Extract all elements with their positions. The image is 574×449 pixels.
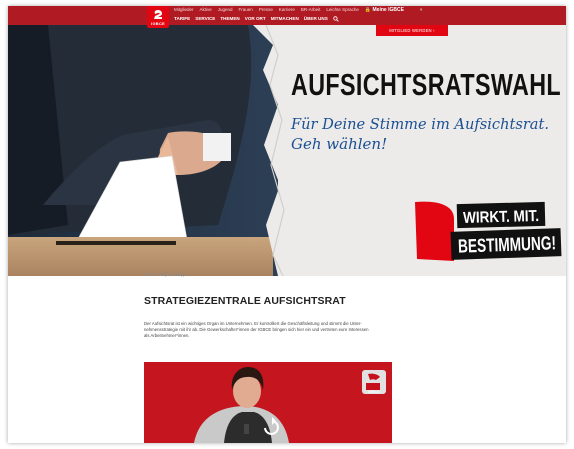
hero-badge-line2: BESTIMMUNG! bbox=[458, 233, 557, 257]
image-caption: Foto: © Stephan Rupp bbox=[144, 272, 186, 277]
hero-banner: AUFSICHTSRATSWAHL Für Deine Stimme im Au… bbox=[8, 25, 566, 276]
paragraph-line-3: als Arbeitnehmer*innen. bbox=[144, 333, 190, 338]
logo-mark-icon bbox=[154, 10, 162, 19]
nav-link-mitglieder[interactable]: Mitglieder bbox=[174, 7, 194, 13]
section-heading: STRATEGIEZENTRALE AUFSICHTSRAT bbox=[144, 295, 346, 307]
nav-tarife[interactable]: TARIFE bbox=[174, 16, 190, 22]
video-thumbnail: IGBCE bbox=[144, 362, 392, 443]
nav-link-aktive[interactable]: Aktive bbox=[200, 7, 212, 13]
lock-icon: 🔒 bbox=[364, 7, 372, 13]
nav-link-br-arbeit[interactable]: BR-Arbeit bbox=[301, 7, 321, 13]
close-icon[interactable]: × bbox=[420, 7, 423, 13]
secondary-nav: Mitglieder Aktive Jugend Frauen Presse K… bbox=[174, 7, 423, 13]
nav-link-leichte-sprache[interactable]: Leichte Sprache bbox=[326, 7, 359, 13]
hero-badge-line1: WIRKT. MIT. bbox=[463, 208, 539, 227]
nav-link-presse[interactable]: Presse bbox=[259, 7, 273, 13]
nav-themen[interactable]: THEMEN bbox=[220, 16, 239, 22]
nav-ueber-uns[interactable]: ÜBER UNS bbox=[304, 16, 328, 22]
my-account-link[interactable]: 🔒 Meine IGBCE bbox=[365, 7, 404, 13]
my-account-label: Meine IGBCE bbox=[372, 7, 404, 13]
search-icon[interactable] bbox=[333, 16, 339, 22]
hero-subtitle-line2: Geh wählen! bbox=[291, 135, 387, 153]
video-logo-text: IGBCE bbox=[368, 390, 380, 394]
nav-link-jugend[interactable]: Jugend bbox=[218, 7, 233, 13]
logo-text: IGBCE bbox=[151, 21, 165, 26]
section-paragraph: Der Aufsichtsrat ist ein wichtiges Organ… bbox=[144, 321, 394, 339]
become-member-button[interactable]: MITGLIED WERDEN › bbox=[376, 25, 448, 36]
nav-link-karriere[interactable]: Karriere bbox=[279, 7, 295, 13]
nav-vor-ort[interactable]: VOR ORT bbox=[245, 16, 266, 22]
nav-link-frauen[interactable]: Frauen bbox=[239, 7, 253, 13]
video-player[interactable]: IGBCE bbox=[144, 362, 392, 443]
igbce-logo[interactable]: IGBCE bbox=[147, 6, 169, 28]
main-nav: TARIFE SERVICE THEMEN VOR ORT MITMACHEN … bbox=[174, 16, 339, 22]
nav-mitmachen[interactable]: MITMACHEN bbox=[271, 16, 299, 22]
hero-title: AUFSICHTSRATSWAHL bbox=[291, 67, 561, 102]
hero-subtitle-line1: Für Deine Stimme im Aufsichtsrat. bbox=[290, 115, 549, 133]
nav-service[interactable]: SERVICE bbox=[195, 16, 215, 22]
browser-page: IGBCE Mitglieder Aktive Jugend Frauen Pr… bbox=[8, 6, 566, 443]
hero-image: AUFSICHTSRATSWAHL Für Deine Stimme im Au… bbox=[8, 25, 566, 276]
